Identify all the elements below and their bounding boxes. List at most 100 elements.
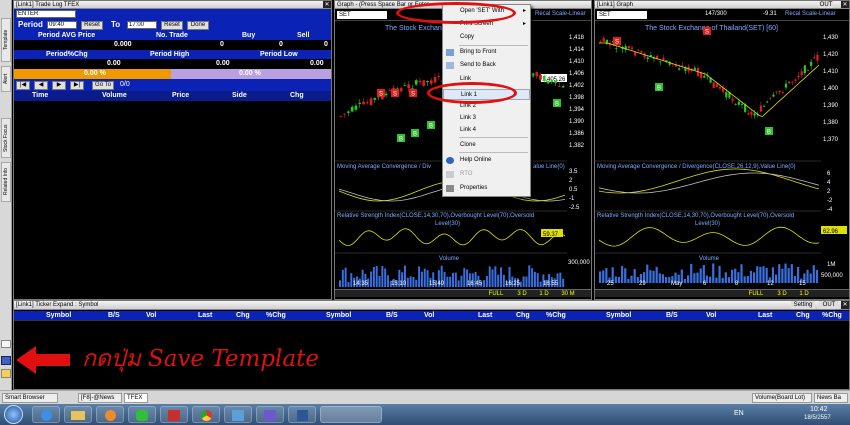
volume-bar (617, 276, 621, 283)
ticker-col-chg[interactable]: Chg (516, 311, 530, 320)
tab-news-bar[interactable]: News Ba (814, 393, 848, 403)
ticker-col-vol[interactable]: Vol (146, 311, 156, 320)
close-icon[interactable]: ✕ (841, 1, 849, 8)
tab-tfex[interactable]: TFEX (124, 393, 148, 403)
graph2-full-button[interactable]: FULL (745, 290, 767, 298)
graph2-1d-button[interactable]: 1 D (795, 290, 813, 298)
trading-app-icon[interactable] (160, 406, 188, 423)
tab-related-info[interactable]: Related Info (1, 162, 11, 202)
menu-rto[interactable]: RTO (443, 169, 530, 180)
language-indicator[interactable]: EN (734, 410, 744, 417)
first-page-icon[interactable]: |◀ (16, 81, 30, 90)
ticker-col-chg[interactable]: Chg (796, 311, 810, 320)
reset-to-button[interactable]: Reset (161, 21, 183, 30)
tab-smart-browser[interactable]: Smart Browser (2, 393, 58, 403)
menu-clone[interactable]: Clone (443, 140, 530, 151)
menu-help-online[interactable]: Help Online (443, 155, 530, 166)
to-time-input[interactable] (127, 21, 157, 29)
graph2-symbol-select[interactable]: SET (597, 11, 647, 19)
word-icon[interactable] (288, 406, 316, 423)
graph1-full-button[interactable]: FULL (485, 290, 507, 298)
ticker-col-pctchg[interactable]: %Chg (822, 311, 842, 320)
tab-news[interactable]: [F8]-@News (78, 393, 122, 403)
y-tick-label: 1,386 (569, 131, 585, 137)
tab-stock-focus[interactable]: Stock Focus (1, 118, 11, 158)
goto-button[interactable]: Go To (92, 81, 114, 90)
next-page-icon[interactable]: ▶ (52, 81, 66, 90)
ticker-col-last[interactable]: Last (198, 311, 212, 320)
ticker-col-vol[interactable]: Vol (706, 311, 716, 320)
menu-copy[interactable]: Copy (443, 32, 530, 43)
ie-icon[interactable] (32, 406, 60, 423)
graph1-1d-button[interactable]: 1 D (535, 290, 553, 298)
volume-bar (790, 264, 793, 283)
ticker-titlebar[interactable]: [Link1] Ticker Expand : Symbol Setting O… (14, 301, 849, 310)
media-player-icon[interactable] (96, 406, 124, 423)
from-time-input[interactable] (47, 21, 77, 29)
last-page-icon[interactable]: ▶| (70, 81, 84, 90)
volume-bar (525, 276, 528, 287)
col-volume[interactable]: Volume (102, 91, 127, 101)
col-time[interactable]: Time (32, 91, 48, 101)
close-icon[interactable]: ✕ (323, 1, 331, 8)
graph2-scale[interactable]: Recal Scale-Linear (785, 11, 836, 17)
candle (762, 105, 766, 107)
ticker-col-last[interactable]: Last (758, 311, 772, 320)
menu-bring-to-front[interactable]: Bring to Front (443, 47, 530, 58)
candle (788, 81, 791, 84)
tab-alert[interactable]: Alert (1, 66, 11, 92)
graph1-3d-button[interactable]: 3 D (513, 290, 531, 298)
ticker-col-pctchg[interactable]: %Chg (546, 311, 566, 320)
reset-from-button[interactable]: Reset (81, 21, 103, 30)
menu-link-4[interactable]: Link 4 (443, 125, 530, 136)
graph1-scale[interactable]: Recal Scale-Linear (535, 11, 586, 17)
open-template-icon[interactable] (1, 369, 11, 378)
tab-template[interactable]: Template (1, 18, 11, 62)
prev-page-icon[interactable]: ◀ (34, 81, 48, 90)
save-template-icon[interactable] (1, 356, 11, 365)
paint-icon[interactable] (224, 406, 252, 423)
viewer-icon[interactable] (256, 406, 284, 423)
clock-date[interactable]: 18/5/2557 (804, 415, 831, 421)
symbol-input[interactable] (16, 10, 76, 18)
ticker-col-bs[interactable]: B/S (666, 311, 678, 320)
ticker-col-symbol[interactable]: Symbol (326, 311, 351, 320)
new-template-icon[interactable] (1, 340, 11, 348)
ticker-col-symbol[interactable]: Symbol (46, 311, 71, 320)
clock-time[interactable]: 10:42 (810, 406, 828, 413)
ticker-out-button[interactable]: OUT (819, 301, 839, 309)
menu-send-to-back[interactable]: Send to Back (443, 60, 530, 71)
close-icon[interactable]: ✕ (841, 301, 849, 309)
menu-properties[interactable]: Properties (443, 183, 530, 194)
done-button[interactable]: Done (187, 21, 209, 30)
candle (358, 102, 362, 104)
ticker-col-last[interactable]: Last (478, 311, 492, 320)
ticker-col-vol[interactable]: Vol (424, 311, 434, 320)
ticker-col-chg[interactable]: Chg (236, 311, 250, 320)
col-price[interactable]: Price (172, 91, 189, 101)
graph1-30m-button[interactable]: 30 M (557, 290, 579, 298)
explorer-icon[interactable] (64, 406, 92, 423)
graph2-out-button[interactable]: OUT (819, 1, 833, 8)
trade-log-titlebar[interactable]: [Link1] Trade Log TFEX ✕ (14, 1, 331, 9)
ticker-col-pctchg[interactable]: %Chg (266, 311, 286, 320)
ticker-col-symbol[interactable]: Symbol (606, 311, 631, 320)
col-side[interactable]: Side (232, 91, 247, 101)
chrome-icon[interactable] (192, 406, 220, 423)
ticker-col-bs[interactable]: B/S (386, 311, 398, 320)
start-button-icon[interactable] (4, 405, 23, 424)
line-app-icon[interactable] (128, 406, 156, 423)
tab-volume-board-lot[interactable]: Volume(Board Lot) (752, 393, 812, 403)
ticker-setting-button[interactable]: Setting (791, 301, 815, 309)
active-window-button[interactable] (320, 406, 382, 423)
graph1-symbol-select[interactable]: SET (337, 11, 387, 19)
tray-icons[interactable] (760, 410, 800, 419)
graph2-canvas[interactable]: The Stock Exchange of Thailand(SET) [60]… (595, 21, 849, 289)
ticker-col-bs[interactable]: B/S (108, 311, 120, 320)
graph2-3d-button[interactable]: 3 D (773, 290, 791, 298)
volume-bar (756, 266, 759, 283)
col-chg[interactable]: Chg (290, 91, 304, 101)
graph2-titlebar[interactable]: [Link1] Graph OUT ✕ (595, 1, 849, 9)
period-low-header: Period Low (260, 51, 298, 58)
menu-link-3[interactable]: Link 3 (443, 113, 530, 124)
